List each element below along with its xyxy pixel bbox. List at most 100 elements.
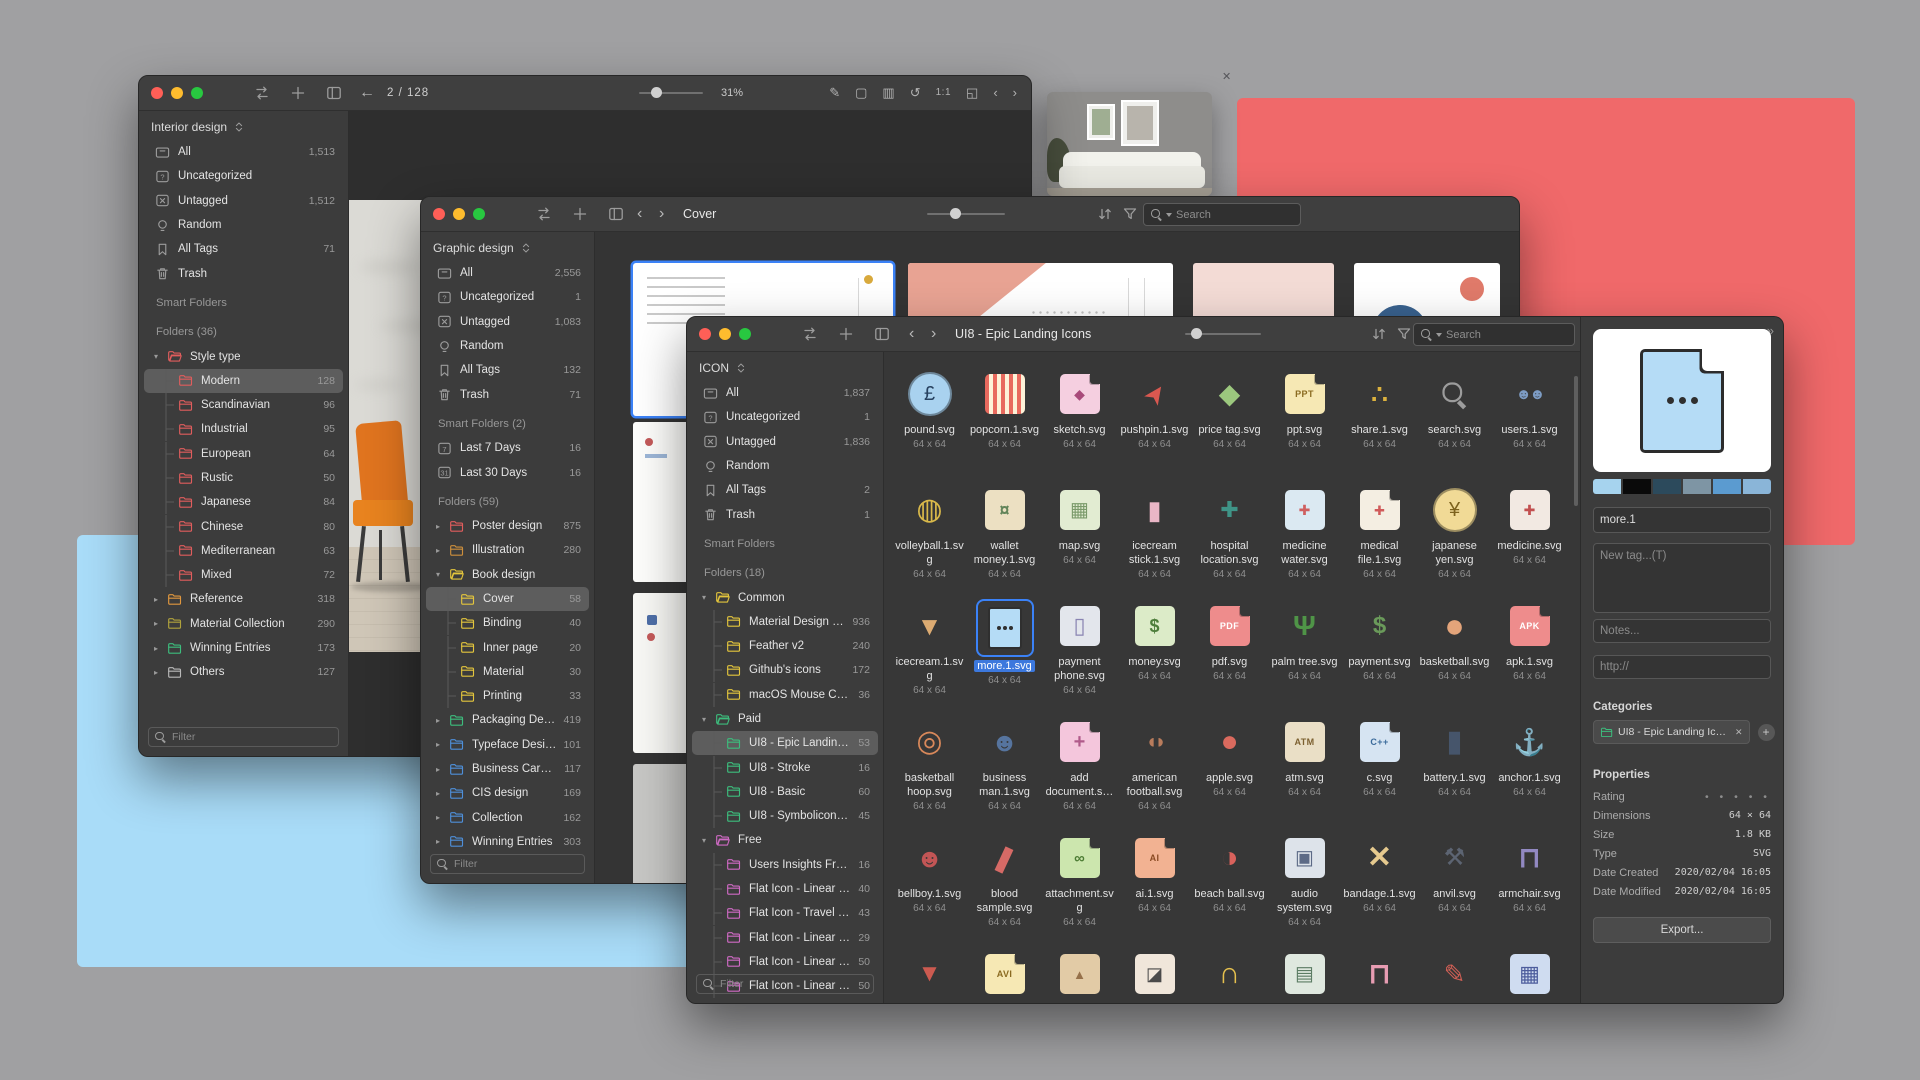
grid-item-apple-svg[interactable]: ●apple.svg64 x 64 bbox=[1192, 715, 1267, 831]
sidebar-item-illustration[interactable]: ▸Illustration280 bbox=[426, 538, 589, 562]
chevron-down-icon[interactable]: ▾ bbox=[702, 593, 714, 602]
sidebar-item-collection[interactable]: ▸Collection162 bbox=[426, 806, 589, 830]
sidebar-item-feather-v2[interactable]: Feather v2240 bbox=[692, 634, 878, 658]
chevron-right-icon[interactable]: ▸ bbox=[436, 765, 448, 774]
color-palette[interactable] bbox=[1593, 479, 1771, 494]
grid-item-share-1-svg[interactable]: ∴share.1.svg64 x 64 bbox=[1342, 367, 1417, 483]
forward-button[interactable]: › bbox=[931, 324, 936, 344]
sidebar-toggle-icon[interactable] bbox=[874, 326, 890, 347]
prev-image-icon[interactable]: ‹ bbox=[993, 84, 997, 102]
color-swatch[interactable] bbox=[1623, 479, 1651, 494]
sidebar-item-others[interactable]: ▸Others127 bbox=[144, 660, 343, 684]
chevron-right-icon[interactable]: ▸ bbox=[436, 546, 448, 555]
chevron-right-icon[interactable]: ▸ bbox=[436, 813, 448, 822]
scrollbar[interactable] bbox=[1574, 376, 1578, 506]
sidebar-item-paid[interactable]: ▾Paid bbox=[692, 707, 878, 731]
sidebar-item-packaging-design[interactable]: ▸Packaging Design419 bbox=[426, 708, 589, 732]
back-button[interactable]: ‹ bbox=[637, 204, 642, 224]
grid-item-cassette[interactable]: ▤ bbox=[1267, 947, 1342, 1003]
grid-item-business-man-1-svg[interactable]: ☻business man.1.svg64 x 64 bbox=[967, 715, 1042, 831]
sidebar-item-ui8-basic[interactable]: UI8 - Basic60 bbox=[692, 780, 878, 804]
category-chip[interactable]: UI8 - Epic Landing Icons ✕ bbox=[1593, 720, 1750, 744]
crop-icon[interactable]: ▢ bbox=[855, 84, 867, 102]
grid-item-bandage-1-svg[interactable]: ✕bandage.1.svg64 x 64 bbox=[1342, 831, 1417, 947]
add-icon[interactable] bbox=[572, 206, 588, 227]
sidebar-item-business-card-design[interactable]: ▸Business Card Design117 bbox=[426, 757, 589, 781]
grid-item-money-svg[interactable]: $money.svg64 x 64 bbox=[1117, 599, 1192, 715]
grid-item-medical-file-1-svg[interactable]: ✚medical file.1.svg64 x 64 bbox=[1342, 483, 1417, 599]
grid-item-clapperboard[interactable]: ◪ bbox=[1117, 947, 1192, 1003]
tag-input[interactable]: New tag...(T) bbox=[1593, 543, 1771, 613]
grid-item-armchair-svg[interactable]: ⊓armchair.svg64 x 64 bbox=[1492, 831, 1567, 947]
fit-icon[interactable]: ◱ bbox=[966, 84, 978, 102]
grid-item-icecream-stick-1-svg[interactable]: ▮icecream stick.1.svg64 x 64 bbox=[1117, 483, 1192, 599]
add-icon[interactable] bbox=[290, 85, 306, 106]
sidebar-item-winning-entries[interactable]: ▸Winning Entries173 bbox=[144, 636, 343, 660]
library-switcher[interactable]: Interior design bbox=[139, 111, 348, 140]
sidebar-item-uncategorized[interactable]: ?Uncategorized1 bbox=[426, 285, 589, 309]
grid-item-basketball-svg[interactable]: ●basketball.svg64 x 64 bbox=[1417, 599, 1492, 715]
chevron-down-icon[interactable]: ▾ bbox=[702, 715, 714, 724]
sidebar-item-random[interactable]: Random bbox=[426, 334, 589, 358]
grid-item-attachment-svg[interactable]: ∞attachment.svg64 x 64 bbox=[1042, 831, 1117, 947]
titlebar[interactable]: ← 2 / 128 31% ✎▢▥↺1:1◱‹› bbox=[139, 76, 1031, 111]
grid-item-pencil[interactable]: ✎ bbox=[1417, 947, 1492, 1003]
grid-item-apk-1-svg[interactable]: APKapk.1.svg64 x 64 bbox=[1492, 599, 1567, 715]
add-icon[interactable] bbox=[838, 326, 854, 347]
sidebar-item-macos-mouse-cursor[interactable]: macOS Mouse Cursor36 bbox=[692, 683, 878, 707]
sidebar-item-cis-design[interactable]: ▸CIS design169 bbox=[426, 781, 589, 805]
chevron-down-icon[interactable]: ▾ bbox=[702, 836, 714, 845]
grid-item-wallet-money-1-svg[interactable]: ¤wallet money.1.svg64 x 64 bbox=[967, 483, 1042, 599]
chevron-right-icon[interactable]: ▸ bbox=[154, 644, 166, 653]
sidebar-item-poster-design[interactable]: ▸Poster design875 bbox=[426, 514, 589, 538]
close-window-button[interactable] bbox=[151, 87, 163, 99]
next-image-icon[interactable]: › bbox=[1013, 84, 1017, 102]
grid-item-box[interactable]: ▲ bbox=[1042, 947, 1117, 1003]
grid-item-battery-1-svg[interactable]: ▮battery.1.svg64 x 64 bbox=[1417, 715, 1492, 831]
grid-item-icecream-1-svg[interactable]: ▼icecream.1.svg64 x 64 bbox=[892, 599, 967, 715]
grid-item-japanese-yen-svg[interactable]: ¥japanese yen.svg64 x 64 bbox=[1417, 483, 1492, 599]
sort-icon[interactable] bbox=[1097, 206, 1113, 227]
sidebar-item-all[interactable]: All2,556 bbox=[426, 261, 589, 285]
chevron-down-icon[interactable]: ▾ bbox=[436, 570, 448, 579]
chevron-right-icon[interactable]: ▸ bbox=[436, 716, 448, 725]
sidebar-item-material-collection[interactable]: ▸Material Collection290 bbox=[144, 612, 343, 636]
traffic-lights[interactable] bbox=[151, 87, 203, 99]
rotate-icon[interactable]: ↺ bbox=[910, 84, 921, 102]
sidebar-item-last-7-days[interactable]: 7Last 7 Days16 bbox=[426, 436, 589, 460]
grid-item-ppt-svg[interactable]: PPTppt.svg64 x 64 bbox=[1267, 367, 1342, 483]
grid-item-bellboy-1-svg[interactable]: ☻bellboy.1.svg64 x 64 bbox=[892, 831, 967, 947]
search-input[interactable]: Search bbox=[1143, 203, 1301, 226]
sidebar-item-japanese[interactable]: Japanese84 bbox=[144, 490, 343, 514]
sidebar-item-all-tags[interactable]: All Tags132 bbox=[426, 358, 589, 382]
grid-item-hospital-location-svg[interactable]: ✚hospital location.svg64 x 64 bbox=[1192, 483, 1267, 599]
thumbnail-size-slider[interactable] bbox=[927, 208, 1005, 220]
sidebar-item-reference[interactable]: ▸Reference318 bbox=[144, 587, 343, 611]
sidebar-item-all[interactable]: All1,513 bbox=[144, 140, 343, 164]
sidebar-item-flat-icon-linear-col[interactable]: Flat Icon - Linear Col…50 bbox=[692, 950, 878, 974]
filter-icon[interactable] bbox=[1122, 206, 1138, 227]
library-switcher[interactable]: ICON bbox=[687, 352, 883, 381]
grid-item-popcorn-1-svg[interactable]: popcorn.1.svg64 x 64 bbox=[967, 367, 1042, 483]
filename-input[interactable]: more.1 bbox=[1593, 507, 1771, 533]
grid-item-blood-sample-svg[interactable]: ❚blood sample.svg64 x 64 bbox=[967, 831, 1042, 947]
traffic-lights[interactable] bbox=[699, 328, 751, 340]
remove-category-icon[interactable]: ✕ bbox=[1735, 727, 1743, 738]
chevron-right-icon[interactable]: ▸ bbox=[436, 740, 448, 749]
chevron-right-icon[interactable]: ▸ bbox=[154, 668, 166, 677]
filter-icon[interactable] bbox=[1396, 326, 1412, 347]
sidebar-item-random[interactable]: Random bbox=[144, 213, 343, 237]
property-value[interactable]: • • • • • bbox=[1705, 791, 1771, 803]
grid-item-flask[interactable]: ▼ bbox=[892, 947, 967, 1003]
chevron-right-icon[interactable]: ▸ bbox=[436, 837, 448, 846]
grid-item-basketball-hoop-svg[interactable]: ◎basketball hoop.svg64 x 64 bbox=[892, 715, 967, 831]
grid-item-bell[interactable]: ∩ bbox=[1192, 947, 1267, 1003]
sidebar-item-uncategorized[interactable]: ?Uncategorized bbox=[144, 164, 343, 188]
sidebar-item-chinese[interactable]: Chinese80 bbox=[144, 514, 343, 538]
filter-input[interactable]: Filter bbox=[696, 974, 874, 994]
sidebar-item-common[interactable]: ▾Common bbox=[692, 585, 878, 609]
color-swatch[interactable] bbox=[1683, 479, 1711, 494]
grid-item-pdf-svg[interactable]: PDFpdf.svg64 x 64 bbox=[1192, 599, 1267, 715]
grid-item-sketch-svg[interactable]: ◆sketch.svg64 x 64 bbox=[1042, 367, 1117, 483]
filter-input[interactable]: Filter bbox=[430, 854, 585, 874]
